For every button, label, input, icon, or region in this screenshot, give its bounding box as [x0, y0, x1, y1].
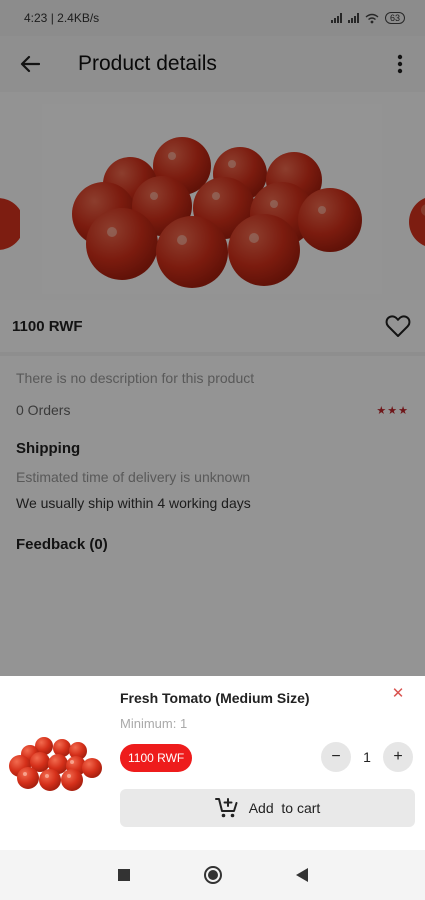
close-sheet-button[interactable]: ✕	[389, 684, 407, 702]
sheet-product-image	[9, 737, 102, 791]
close-icon: ✕	[391, 685, 405, 702]
add-to-cart-button[interactable]: Add to cart	[120, 789, 415, 827]
system-navigation-bar	[0, 850, 425, 900]
back-triangle-icon[interactable]	[295, 867, 309, 883]
minimum-quantity: Minimum: 1	[120, 716, 188, 731]
increase-quantity-button[interactable]: +	[383, 742, 413, 772]
add-cart-icon	[214, 798, 238, 818]
quantity-stepper: − 1 +	[321, 742, 413, 772]
decrease-quantity-button[interactable]: −	[321, 742, 351, 772]
modal-scrim[interactable]	[0, 0, 425, 676]
add-to-cart-sheet: Fresh Tomato (Medium Size) ✕ Minimum: 1 …	[0, 676, 425, 850]
plus-icon: +	[393, 748, 403, 765]
minus-icon: −	[331, 748, 341, 765]
add-to-cart-label: Add to cart	[248, 800, 321, 816]
recents-square-icon[interactable]	[117, 868, 131, 882]
home-circle-icon[interactable]	[203, 865, 223, 885]
quantity-value: 1	[363, 749, 371, 765]
sheet-price-badge: 1100 RWF	[120, 744, 193, 772]
sheet-product-name: Fresh Tomato (Medium Size)	[120, 690, 310, 706]
